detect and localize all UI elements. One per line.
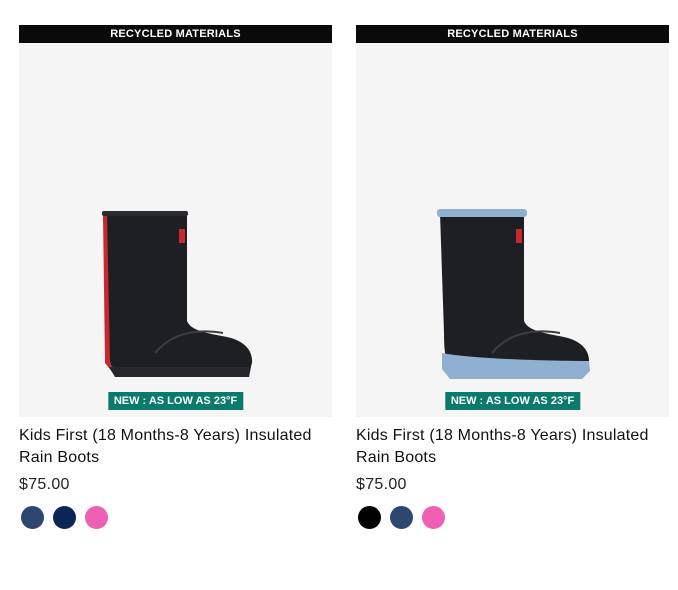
color-swatch[interactable]	[21, 506, 44, 529]
color-swatches	[19, 506, 332, 529]
color-swatch[interactable]	[85, 506, 108, 529]
recycled-materials-banner: RECYCLED MATERIALS	[356, 25, 669, 43]
rain-boot-image	[102, 211, 253, 377]
new-badge: NEW : AS LOW AS 23°F	[107, 392, 244, 410]
product-card[interactable]: RECYCLED MATERIALS NEW : AS LOW AS 23°F …	[356, 25, 669, 529]
recycled-materials-banner: RECYCLED MATERIALS	[19, 25, 332, 43]
product-card[interactable]: RECYCLED MATERIALS NEW : AS LOW AS 23°F …	[19, 25, 332, 529]
product-image[interactable]: NEW : AS LOW AS 23°F	[356, 43, 669, 417]
color-swatch[interactable]	[53, 506, 76, 529]
rain-boot-image	[437, 209, 590, 379]
product-image[interactable]: NEW : AS LOW AS 23°F	[19, 43, 332, 417]
color-swatches	[356, 506, 669, 529]
color-swatch[interactable]	[358, 506, 381, 529]
product-title[interactable]: Kids First (18 Months-8 Years) Insulated…	[356, 425, 669, 469]
product-price: $75.00	[356, 476, 407, 493]
product-title[interactable]: Kids First (18 Months-8 Years) Insulated…	[19, 425, 332, 469]
color-swatch[interactable]	[390, 506, 413, 529]
new-badge: NEW : AS LOW AS 23°F	[444, 392, 581, 410]
color-swatch[interactable]	[422, 506, 445, 529]
product-price: $75.00	[19, 476, 70, 493]
